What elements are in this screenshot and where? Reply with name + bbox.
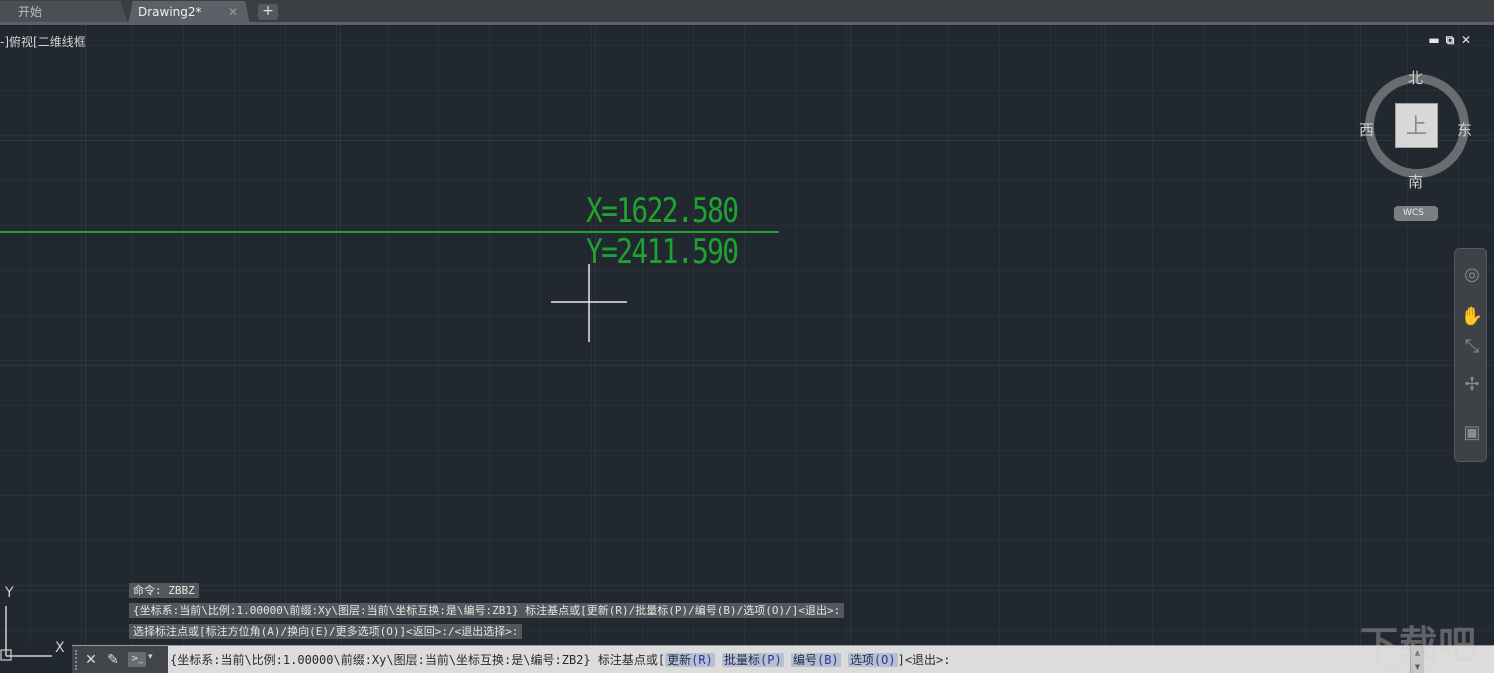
compass-south[interactable]: 南	[1408, 171, 1423, 192]
navigation-bar: ◎ ✋ ⤡ ✢ ▣	[1454, 248, 1487, 462]
option-batch-key: (P)	[760, 653, 782, 667]
pan-hand-icon[interactable]: ✋	[1460, 305, 1484, 329]
compass-east[interactable]: 东	[1457, 119, 1472, 140]
zoom-extents-icon[interactable]: ⤡	[1460, 335, 1484, 359]
close-command-line-icon[interactable]: ✕	[82, 651, 100, 669]
option-update-label: 更新	[667, 653, 692, 667]
ucs-x-label: X	[55, 640, 65, 656]
customize-wrench-icon[interactable]: ✎	[104, 651, 122, 669]
steering-wheel-icon[interactable]: ◎	[1460, 263, 1484, 287]
coordinate-y-label: Y=2411.590	[586, 232, 739, 272]
viewcube-top-face[interactable]: 上	[1395, 103, 1438, 148]
chevron-down-icon[interactable]: ▾	[148, 652, 153, 662]
wcs-label: WCS	[1403, 208, 1424, 218]
ucs-y-label: Y	[5, 585, 14, 601]
option-number-label: 编号	[792, 653, 817, 667]
command-prompt-suffix: ]<退出>:	[897, 653, 951, 667]
watermark-url: www.xiazaiba.com	[1384, 661, 1459, 670]
command-input[interactable]: {坐标系:当前\比例:1.00000\前缀:Xy\图层:当前\坐标互换:是\编号…	[170, 652, 951, 668]
grip-handle[interactable]	[75, 650, 81, 670]
option-update[interactable]: 更新(R)	[665, 653, 715, 667]
option-settings-key: (O)	[873, 653, 896, 667]
orbit-icon[interactable]: ✢	[1460, 373, 1484, 397]
command-history-line-2: {坐标系:当前\比例:1.00000\前缀:Xy\图层:当前\坐标互换:是\编号…	[129, 603, 845, 618]
showmotion-icon[interactable]: ▣	[1460, 421, 1484, 445]
command-history-line-1: 命令: ZBBZ	[129, 583, 199, 598]
option-settings[interactable]: 选项(O)	[847, 653, 898, 667]
option-settings-label: 选项	[849, 653, 874, 667]
option-number[interactable]: 编号(B)	[790, 653, 841, 667]
option-batch-label: 批量标	[724, 653, 761, 667]
wcs-menu-button[interactable]: WCS	[1394, 206, 1438, 221]
option-batch[interactable]: 批量标(P)	[722, 653, 784, 667]
compass-west[interactable]: 西	[1359, 119, 1374, 140]
command-prompt-prefix: {坐标系:当前\比例:1.00000\前缀:Xy\图层:当前\坐标互换:是\编号…	[170, 653, 666, 667]
drawing-layer	[0, 231, 779, 661]
option-update-key: (R)	[691, 653, 713, 667]
recent-commands-icon[interactable]: >_	[128, 652, 146, 667]
command-line-bar: ✕ ✎ >_ ▾ {坐标系:当前\比例:1.00000\前缀:Xy\图层:当前\…	[72, 645, 1494, 673]
option-number-key: (B)	[816, 653, 839, 667]
compass-north[interactable]: 北	[1408, 67, 1423, 88]
coordinate-x-label: X=1622.580	[586, 191, 739, 231]
command-line-tools: ✕ ✎ >_ ▾	[72, 646, 168, 673]
command-history-line-3: 选择标注点或[标注方位角(A)/换向(E)/更多选项(O)]<返回>:/<退出选…	[129, 624, 523, 639]
